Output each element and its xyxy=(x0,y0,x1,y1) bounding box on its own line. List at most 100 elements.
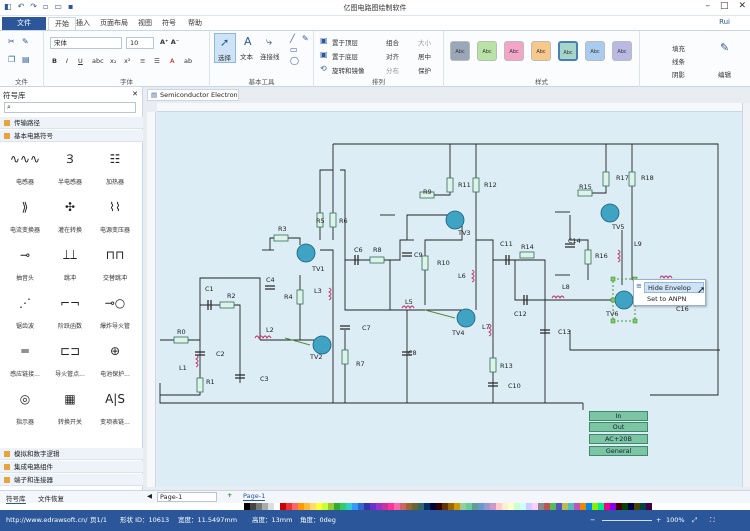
status-bar: http://www.edrawsoft.cn/ 页1/1 形状 ID：1061… xyxy=(0,510,750,531)
label-r10: R10 xyxy=(437,259,450,267)
status-width: 宽度：11.5497mm xyxy=(178,516,238,524)
menu-item-set-anpn[interactable]: Set to ANPN xyxy=(644,294,704,305)
label-c14: C14 xyxy=(568,237,581,245)
tab-page-1[interactable]: Page-1 xyxy=(243,492,266,501)
resistor-r10[interactable] xyxy=(421,255,429,271)
inductor-l2[interactable] xyxy=(254,335,272,340)
inductor-l3[interactable] xyxy=(327,287,332,301)
resistor-r7[interactable] xyxy=(341,349,349,365)
label-r4: R4 xyxy=(284,293,293,301)
label-r6: R6 xyxy=(339,217,348,225)
label-tv2: TV2 xyxy=(310,353,323,361)
box-row-ac[interactable]: AC+20B xyxy=(589,434,648,444)
wire-top-right xyxy=(333,143,719,396)
label-r2: R2 xyxy=(227,292,236,300)
resistor-r13[interactable] xyxy=(489,357,497,373)
label-r13: R13 xyxy=(500,362,513,370)
full-screen-icon[interactable]: ⛶ xyxy=(710,510,715,531)
resistor-r8[interactable] xyxy=(369,256,385,264)
resistor-r11[interactable] xyxy=(446,177,454,193)
label-r9: R9 xyxy=(423,188,432,196)
label-r1: R1 xyxy=(206,378,215,386)
transistor-tv4[interactable] xyxy=(456,308,476,328)
zoom-out-icon[interactable]: − xyxy=(590,510,595,531)
transistor-tv2[interactable] xyxy=(312,335,332,355)
resistor-r16[interactable] xyxy=(584,249,592,265)
resistor-r3[interactable] xyxy=(273,234,289,242)
label-l5: L5 xyxy=(405,298,413,306)
label-r17: R17 xyxy=(616,174,629,182)
label-tv3: TV3 xyxy=(458,229,471,237)
wire-mid-left xyxy=(340,169,391,311)
label-l9: L9 xyxy=(634,240,642,248)
label-c16: C16 xyxy=(676,305,689,313)
resistor-r18[interactable] xyxy=(628,171,636,187)
label-c1: C1 xyxy=(205,285,214,293)
label-l2: L2 xyxy=(266,326,274,334)
inductor-l1[interactable] xyxy=(194,354,199,368)
wire-c12 xyxy=(514,260,570,301)
wire-tv3-base xyxy=(406,214,450,240)
label-l7: L7 xyxy=(482,323,490,331)
resistor-r4[interactable] xyxy=(296,289,304,305)
resistor-r14[interactable] xyxy=(519,251,535,259)
label-r12: R12 xyxy=(484,181,497,189)
label-r14: R14 xyxy=(521,243,534,251)
zoom-slider[interactable] xyxy=(602,520,652,521)
transistor-tv6[interactable] xyxy=(614,290,634,310)
mouse-cursor-icon: ➚ xyxy=(697,285,706,296)
selection-handle[interactable] xyxy=(610,318,616,324)
selection-handle[interactable] xyxy=(632,318,638,324)
label-r15: R15 xyxy=(579,183,592,191)
box-row-in[interactable]: In xyxy=(589,411,648,421)
selection-handle[interactable] xyxy=(610,276,616,282)
color-palette[interactable] xyxy=(244,503,652,510)
label-l8: L8 xyxy=(562,283,570,291)
fit-page-icon[interactable]: ⤢ xyxy=(692,510,697,531)
inductor-l6[interactable] xyxy=(470,269,475,283)
palette-swatch[interactable] xyxy=(646,503,652,510)
resistor-r12[interactable] xyxy=(472,177,480,193)
wire-highlight-2 xyxy=(424,309,456,319)
label-r11: R11 xyxy=(458,181,471,189)
context-menu: ≡ Hide Envelop Set to ANPN xyxy=(633,279,706,306)
wire-r5 xyxy=(319,169,333,240)
label-tv6: TV6 xyxy=(606,310,619,318)
label-l6: L6 xyxy=(458,272,466,280)
resistor-r2[interactable] xyxy=(219,301,235,309)
transistor-tv1[interactable] xyxy=(296,243,316,263)
label-l3: L3 xyxy=(314,287,322,295)
inductor-c16[interactable] xyxy=(659,275,673,280)
label-tv1: TV1 xyxy=(312,265,325,273)
zoom-in-icon[interactable]: + xyxy=(656,510,661,531)
label-c13: C13 xyxy=(558,328,571,336)
page-nav-icon[interactable]: ◀ xyxy=(147,492,152,500)
box-row-general[interactable]: General xyxy=(589,446,648,456)
status-url[interactable]: http://www.edrawsoft.cn/ xyxy=(6,510,87,531)
transistor-tv5[interactable] xyxy=(600,203,620,223)
resistor-r0[interactable] xyxy=(173,336,189,344)
label-c2: C2 xyxy=(216,350,225,358)
status-page: 页1/1 xyxy=(90,516,107,524)
page-bar: ◀ Page-1 + Page-1 xyxy=(143,490,750,503)
menu-icon: ≡ xyxy=(636,282,642,290)
add-page-icon[interactable]: + xyxy=(227,491,232,499)
inductor-l8[interactable] xyxy=(551,295,565,300)
inductor-l9[interactable] xyxy=(616,249,621,263)
label-r3: R3 xyxy=(278,225,287,233)
label-c11: C11 xyxy=(500,240,513,248)
resistor-r6[interactable] xyxy=(329,212,337,228)
resistor-r17[interactable] xyxy=(602,171,610,187)
resistor-r1[interactable] xyxy=(196,377,204,393)
label-r0: R0 xyxy=(177,328,186,336)
menu-item-hide-envelop[interactable]: Hide Envelop xyxy=(644,282,704,293)
box-row-out[interactable]: Out xyxy=(589,422,648,432)
transistor-tv3[interactable] xyxy=(445,210,465,230)
wire-l6-l7 xyxy=(476,239,494,403)
selection-handle[interactable] xyxy=(610,297,616,303)
page-select[interactable]: Page-1 xyxy=(157,492,217,502)
label-c3: C3 xyxy=(260,375,269,383)
label-c4: C4 xyxy=(266,276,275,284)
inductor-l5[interactable] xyxy=(401,305,415,310)
status-height: 高度：13mm xyxy=(252,516,293,524)
